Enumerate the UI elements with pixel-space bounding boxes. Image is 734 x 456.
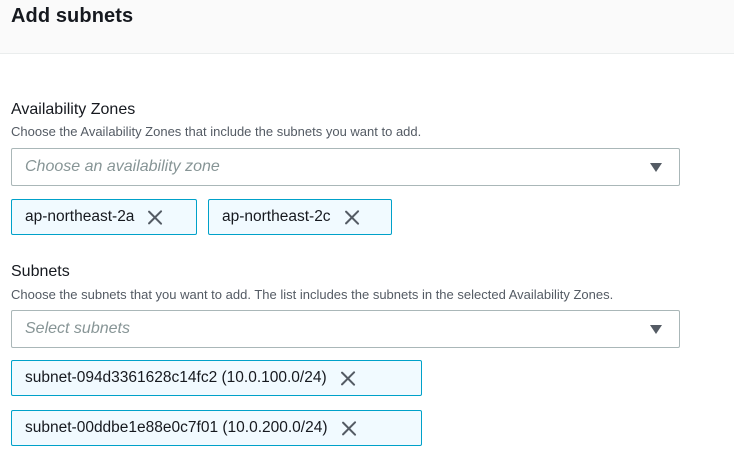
availability-zone-placeholder: Choose an availability zone <box>25 158 220 175</box>
availability-zone-select[interactable]: Choose an availability zone <box>11 148 680 186</box>
close-icon[interactable] <box>148 210 163 225</box>
close-icon[interactable] <box>345 210 360 225</box>
az-token-label: ap-northeast-2c <box>222 208 331 225</box>
availability-zones-description: Choose the Availability Zones that inclu… <box>11 124 422 139</box>
az-token-label: ap-northeast-2a <box>25 208 135 225</box>
az-token: ap-northeast-2a <box>11 199 197 235</box>
subnet-token-label: subnet-094d3361628c14fc2 (10.0.100.0/24) <box>25 369 327 386</box>
caret-down-icon <box>650 325 662 334</box>
az-token: ap-northeast-2c <box>208 199 392 235</box>
subnet-token: subnet-00ddbe1e88e0c7f01 (10.0.200.0/24) <box>11 410 422 446</box>
modal-header: Add subnets <box>0 0 734 54</box>
availability-zones-label: Availability Zones <box>11 101 136 118</box>
caret-down-icon <box>650 163 662 172</box>
page-title: Add subnets <box>11 5 134 27</box>
close-icon[interactable] <box>342 421 357 436</box>
subnet-select[interactable]: Select subnets <box>11 310 680 348</box>
close-icon[interactable] <box>341 371 356 386</box>
subnet-token-label: subnet-00ddbe1e88e0c7f01 (10.0.200.0/24) <box>25 419 328 436</box>
subnet-placeholder: Select subnets <box>25 320 130 337</box>
subnet-token: subnet-094d3361628c14fc2 (10.0.100.0/24) <box>11 360 422 396</box>
subnets-description: Choose the subnets that you want to add.… <box>11 287 614 302</box>
subnets-label: Subnets <box>11 263 70 280</box>
